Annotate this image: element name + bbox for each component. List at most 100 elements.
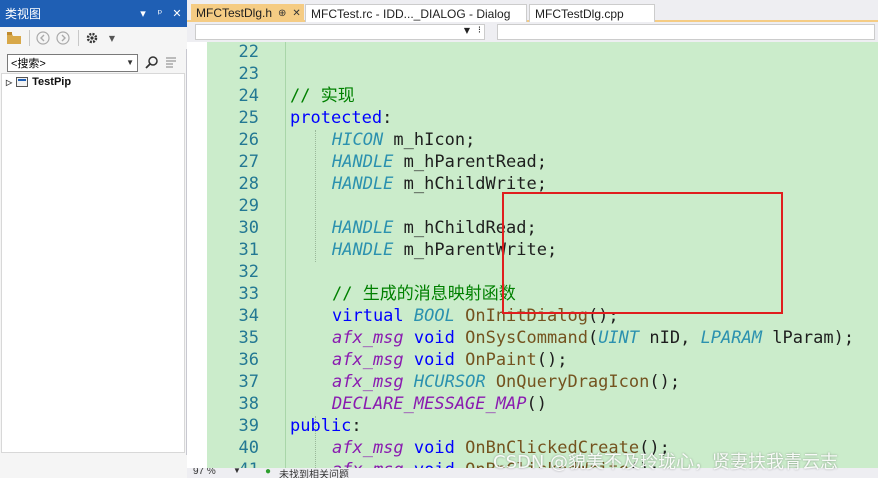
code-token: (); — [639, 438, 670, 458]
pin-icon[interactable]: ⊕ — [278, 8, 286, 19]
code-line[interactable]: // 生成的消息映射函数 — [290, 283, 516, 305]
code-line[interactable]: afx_msg void OnPaint(); — [290, 349, 567, 371]
split-handle-icon[interactable]: ⁝ — [478, 25, 481, 36]
chevron-down-icon[interactable]: ▼ — [126, 58, 137, 67]
code-token: afx_msg — [332, 372, 404, 392]
expand-arrow-icon[interactable]: ▷ — [6, 78, 12, 87]
code-token: // 实现 — [290, 86, 355, 106]
class-view-bottom — [0, 455, 187, 478]
search-placeholder: <搜索> — [11, 57, 46, 70]
toolbar-separator — [29, 30, 30, 46]
tab-label: MFCTestDlg.cpp — [535, 6, 624, 21]
code-token: afx_msg — [332, 460, 404, 468]
line-number: 34 — [238, 306, 259, 326]
code-line[interactable]: HANDLE m_hParentWrite; — [290, 239, 557, 261]
code-token: ( — [587, 328, 599, 348]
filter-settings-icon[interactable] — [164, 56, 178, 70]
line-number: 40 — [238, 438, 259, 458]
code-line[interactable]: afx_msg void OnSysCommand(UINT nID, LPAR… — [290, 327, 854, 349]
forward-icon[interactable] — [54, 29, 72, 47]
code-line[interactable]: DECLARE_MESSAGE_MAP() — [290, 393, 547, 415]
code-line[interactable]: HANDLE m_hChildWrite; — [290, 173, 547, 195]
code-line[interactable]: afx_msg HCURSOR OnQueryDragIcon(); — [290, 371, 680, 393]
code-token: HCURSOR — [413, 372, 486, 392]
tree-item-label: TestPip — [32, 76, 72, 88]
code-line[interactable]: HANDLE m_hParentRead; — [290, 151, 547, 173]
class-search-input[interactable]: <搜索> ▼ — [7, 53, 138, 72]
code-token: m_hParentRead; — [393, 152, 547, 172]
chevron-down-icon[interactable]: ▼ — [464, 26, 470, 35]
code-token: OnInitDialog — [465, 306, 588, 326]
code-line[interactable]: HICON m_hIcon; — [290, 129, 475, 151]
code-token: HANDLE — [332, 174, 394, 194]
indicator-margin — [187, 42, 207, 468]
code-line[interactable]: HANDLE m_hChildRead; — [290, 217, 537, 239]
settings-gear-icon[interactable] — [83, 29, 101, 47]
editor-status-strip: 97 % ▼ ● 未找到相关问题 — [187, 468, 878, 478]
line-number: 27 — [238, 152, 259, 172]
code-line[interactable]: afx_msg void OnBnClickedWrite(); — [290, 459, 660, 468]
line-number: 37 — [238, 372, 259, 392]
line-number: 38 — [238, 394, 259, 414]
code-token: HANDLE — [332, 218, 394, 238]
code-token: LPARAM — [700, 328, 762, 348]
code-token: void — [414, 460, 455, 468]
tree-item-project[interactable]: ▷ TestPip — [6, 76, 71, 88]
new-folder-icon[interactable] — [5, 29, 23, 47]
code-token: void — [413, 438, 455, 458]
back-icon[interactable] — [34, 29, 52, 47]
zoom-level[interactable]: 97 % — [193, 468, 216, 477]
code-token: DECLARE_MESSAGE_MAP — [332, 394, 527, 414]
chevron-down-icon[interactable]: ▼ — [233, 468, 241, 475]
code-token: afx_msg — [332, 350, 404, 370]
close-icon[interactable]: ✕ — [292, 8, 300, 19]
line-number: 33 — [238, 284, 259, 304]
code-token: (); — [629, 460, 660, 468]
code-token: UINT — [598, 328, 640, 348]
code-token: : — [382, 108, 393, 128]
code-line[interactable]: virtual BOOL OnInitDialog(); — [290, 305, 619, 327]
code-editor[interactable]: 22 23 24 // 实现 25 protected: 26 HICON m_hIcon; 2… — [187, 42, 878, 468]
code-token: lParam); — [761, 328, 855, 348]
code-token: OnBnClickedWrite — [465, 460, 629, 468]
code-line[interactable]: // 实现 — [290, 85, 355, 107]
dropdown-icon[interactable]: ▾ — [136, 7, 150, 20]
class-view-search-row: <搜索> ▼ — [7, 53, 182, 72]
code-line[interactable]: public: — [290, 415, 362, 437]
code-token: OnSysCommand — [465, 328, 588, 348]
navigation-bar: ▼ ⁝ — [187, 22, 878, 42]
code-line[interactable]: afx_msg void OnBnClickedCreate(); — [290, 437, 670, 459]
line-number: 23 — [238, 64, 259, 84]
search-icon[interactable] — [144, 55, 160, 71]
code-token: HANDLE — [332, 152, 394, 172]
tab-mfctestdlg-cpp[interactable]: MFCTestDlg.cpp — [529, 4, 655, 22]
close-icon[interactable]: ✕ — [170, 7, 184, 20]
issues-status: 未找到相关问题 — [279, 470, 349, 478]
chevron-down-icon[interactable]: ▼ — [103, 29, 121, 47]
code-line[interactable]: protected: — [290, 107, 392, 129]
code-token: // 生成的消息映射函数 — [332, 284, 516, 304]
code-token: public — [290, 416, 352, 436]
member-dropdown[interactable] — [497, 24, 875, 40]
code-token: () — [526, 394, 547, 414]
tab-label: MFCTestDlg.h — [196, 6, 273, 20]
scope-dropdown[interactable]: ▼ ⁝ — [195, 24, 485, 40]
line-number: 36 — [238, 350, 259, 370]
line-number: 25 — [238, 108, 259, 128]
class-view-title: 类视图 — [5, 7, 42, 21]
code-token: OnQueryDragIcon — [495, 372, 650, 392]
tab-mfctestdlg-h[interactable]: MFCTestDlg.h ⊕ ✕ — [191, 4, 304, 22]
pin-icon[interactable]: ᵖ — [153, 7, 167, 20]
code-token: OnBnClickedCreate — [465, 438, 640, 458]
code-token: (); — [587, 306, 619, 326]
class-tree: ▷ TestPip — [1, 73, 185, 453]
tab-mfctest-rc[interactable]: MFCTest.rc - IDD..._DIALOG - Dialog — [305, 4, 527, 22]
